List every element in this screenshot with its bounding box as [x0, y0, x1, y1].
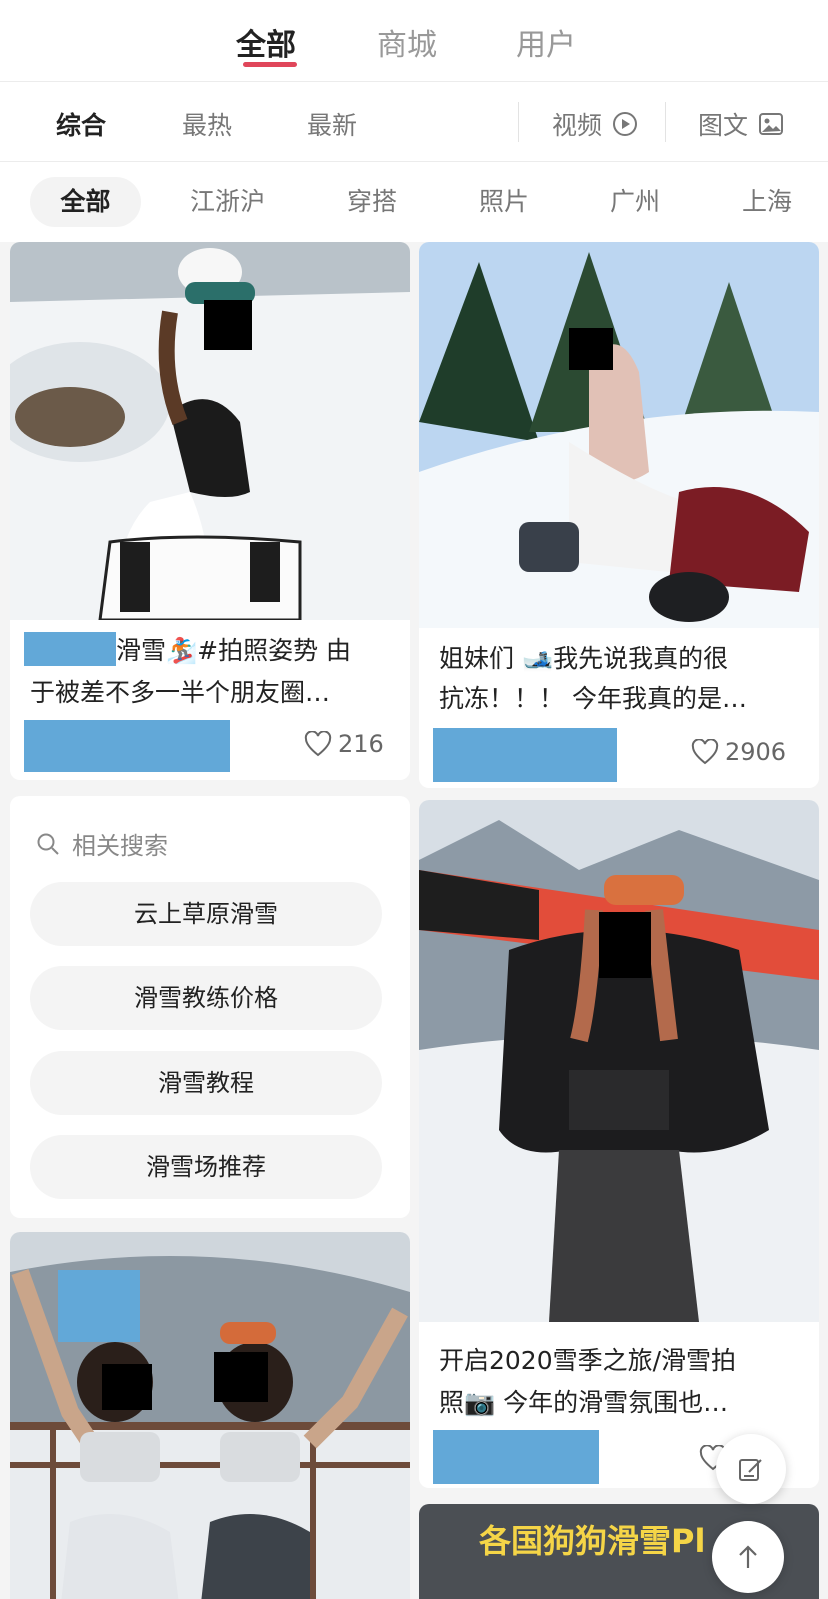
redacted-author — [24, 720, 230, 772]
sort-hottest[interactable]: 最热 — [182, 106, 232, 142]
image-text-filter-label: 图文 — [698, 111, 749, 140]
active-tab-indicator — [243, 62, 297, 67]
image-text-filter[interactable]: 图文 — [698, 106, 784, 142]
post-image[interactable] — [10, 242, 410, 620]
chip-outfit[interactable]: 穿搭 — [347, 177, 397, 227]
chip-guangzhou[interactable]: 广州 — [610, 177, 660, 227]
tab-all[interactable]: 全部 — [236, 20, 296, 64]
chip-all[interactable]: 全部 — [30, 177, 141, 227]
censor-block — [102, 1364, 152, 1410]
like-count: 216 — [338, 730, 384, 758]
chip-photo[interactable]: 照片 — [479, 177, 529, 227]
post-title-line2: 于被差不多一半个朋友圈… — [30, 678, 331, 707]
related-search-item[interactable]: 云上草原滑雪 — [30, 882, 382, 946]
post-card[interactable]: 姐妹们 🎿我先说我真的很 抗冻！！！ 今年我真的是… 2906 — [419, 242, 819, 788]
scroll-top-button[interactable] — [712, 1521, 784, 1593]
chip-jzh[interactable]: 江浙沪 — [190, 177, 265, 227]
related-search-panel: 相关搜索 云上草原滑雪 滑雪教练价格 滑雪教程 滑雪场推荐 — [10, 796, 410, 1218]
censor-block — [569, 328, 613, 370]
related-search-title: 相关搜索 — [72, 832, 168, 860]
post-title-line1: 开启2020雪季之旅/滑雪拍 — [439, 1346, 737, 1375]
tab-users[interactable]: 用户 — [516, 20, 576, 64]
related-search-heading: 相关搜索 — [36, 826, 168, 861]
redacted-block — [24, 632, 116, 666]
sort-comprehensive[interactable]: 综合 — [56, 106, 106, 142]
edit-icon — [739, 1459, 762, 1481]
redacted-author — [433, 728, 617, 782]
play-icon — [613, 112, 638, 136]
like-button[interactable]: 216 — [304, 730, 384, 758]
redacted-author — [433, 1430, 599, 1484]
search-icon — [37, 833, 59, 855]
filter-chip-bar: 全部 江浙沪 穿搭 照片 广州 上海 — [0, 162, 828, 242]
compose-button[interactable] — [716, 1434, 786, 1504]
post-card[interactable] — [10, 1232, 410, 1599]
censor-block — [214, 1352, 268, 1402]
post-photo — [419, 242, 819, 628]
post-title-line1: 滑雪🏂#拍照姿势 由 — [116, 636, 352, 665]
related-search-item[interactable]: 滑雪场推荐 — [30, 1135, 382, 1199]
censor-block — [204, 300, 252, 350]
related-search-item[interactable]: 滑雪教练价格 — [30, 966, 382, 1030]
like-count: 2906 — [725, 738, 787, 766]
chip-shanghai[interactable]: 上海 — [742, 177, 792, 227]
post-title-line2: 照📷 今年的滑雪氛围也… — [439, 1388, 729, 1417]
image-icon — [759, 113, 784, 135]
post-card[interactable]: 滑雪🏂#拍照姿势 由 于被差不多一半个朋友圈… 216 — [10, 242, 410, 780]
post-image[interactable] — [10, 1232, 410, 1599]
like-button[interactable]: 2906 — [691, 738, 786, 766]
related-search-item[interactable]: 滑雪教程 — [30, 1051, 382, 1115]
post-card[interactable]: 开启2020雪季之旅/滑雪拍 照📷 今年的滑雪氛围也… — [419, 800, 819, 1488]
post-photo — [419, 800, 819, 1322]
post-image[interactable] — [419, 800, 819, 1322]
sort-newest[interactable]: 最新 — [307, 106, 357, 142]
video-filter-label: 视频 — [552, 111, 603, 140]
redacted-block — [58, 1270, 140, 1342]
tab-mall[interactable]: 商城 — [377, 20, 437, 64]
heart-icon — [304, 731, 332, 757]
heart-icon — [691, 739, 719, 765]
post-title-line1: 姐妹们 🎿我先说我真的很 — [439, 644, 729, 673]
divider — [665, 102, 666, 142]
post-image[interactable] — [419, 242, 819, 628]
post-photo — [10, 242, 410, 620]
divider — [518, 102, 519, 142]
post-banner-text: 各国狗狗滑雪Pl — [479, 1522, 706, 1560]
post-title-line2: 抗冻！！！ 今年我真的是… — [439, 684, 747, 713]
top-tab-bar: 全部 商城 用户 — [0, 0, 828, 82]
censor-block — [599, 912, 651, 978]
video-filter[interactable]: 视频 — [552, 106, 638, 142]
arrow-up-icon — [739, 1545, 757, 1568]
sort-bar: 综合 最热 最新 视频 图文 — [0, 82, 828, 162]
